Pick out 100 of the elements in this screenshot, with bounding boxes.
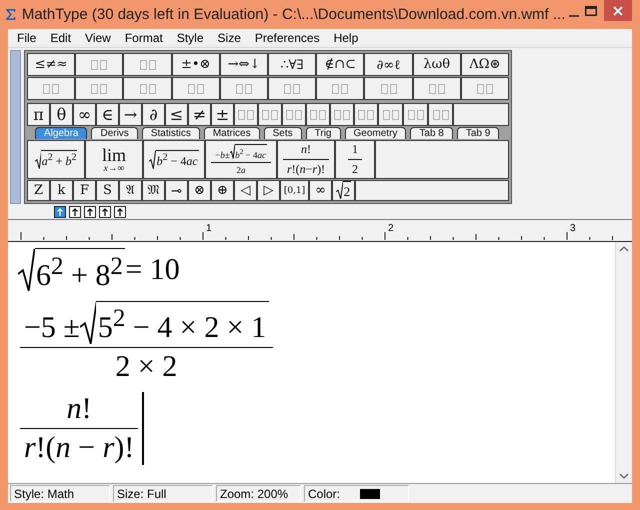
palette-tab[interactable]: Derivs [91,127,138,139]
palette-button[interactable] [428,103,453,126]
color-swatch[interactable] [360,488,380,498]
template-icon [285,108,303,122]
palette-button[interactable]: lim x→∞ [85,140,143,179]
up-arrow-icon [71,208,79,216]
palette-tab[interactable]: Matrices [204,127,260,139]
menu-item[interactable]: Format [118,31,170,45]
palette-button[interactable] [75,53,124,76]
palette-button[interactable]: ≤≠≈ [27,53,76,76]
nudge-button[interactable] [54,206,66,218]
palette-button[interactable] [220,77,268,100]
palette-button[interactable]: b$^{2}$ − 4ac [143,140,205,179]
palette-button[interactable] [306,103,330,126]
palette-tab[interactable]: Tab 9 [456,127,500,139]
palette-button[interactable]: ∈ [96,103,119,126]
template-icon [333,108,351,122]
editor-area[interactable]: 6$^{2}$ + 8$^{2}$= 10 −5 ± 5$^{2}$ − 4 × 2 × 1 2 × 2 n! r!(n − r)! [8,242,615,483]
menu-item[interactable]: Edit [43,31,78,45]
palette-tab[interactable]: Trig [306,127,340,139]
palette-button[interactable]: ▷ [257,180,280,201]
math-text: 5$^{2}$ − 4 × 2 × 1 [98,311,266,344]
palette-button[interactable]: ⊗ [188,180,211,201]
palette-button[interactable]: 𝔄 [119,180,142,201]
palette-button[interactable]: k [50,180,73,201]
palette-button[interactable]: 𝔐 [142,180,165,201]
up-arrow-icon [86,208,94,216]
template-icon [90,58,108,72]
palette-button[interactable]: ≠ [188,103,211,126]
palette-button[interactable]: ∞ [73,103,96,126]
template-icon [380,82,398,96]
palette-button[interactable] [316,77,364,100]
palette-button[interactable] [403,103,428,126]
palette-button[interactable] [354,103,378,126]
palette-tab[interactable]: Tab 8 [410,127,453,139]
palette-button[interactable]: S [96,180,119,201]
palette-button[interactable]: F [73,180,96,201]
palette-tab[interactable]: Statistics [142,127,200,139]
status-field: Zoom: 200% [216,485,301,502]
palette-button[interactable]: ∂∞ℓ [364,53,413,76]
palette-button[interactable] [123,77,172,100]
palette-button[interactable]: ⊕ [211,180,234,201]
palette-button[interactable]: ± [211,103,234,126]
palette-button[interactable]: →⇔↓ [220,53,268,76]
nudge-button[interactable] [114,206,126,218]
nudge-button[interactable] [69,206,81,218]
math-text: r!(n − r)! [24,431,134,466]
palette-button[interactable] [378,103,403,126]
menu-item[interactable]: File [10,31,44,45]
palette-button[interactable]: θ [50,103,73,126]
palette-button[interactable] [282,103,306,126]
template-icon [406,108,424,122]
palette-button[interactable]: −b± b$^{2}$ − 4ac 2a [205,140,277,179]
palette-button[interactable] [460,77,510,100]
palette-button[interactable] [364,77,413,100]
math-text: −5 ± [24,311,80,346]
template-icon [234,82,253,96]
palette-tab[interactable]: Geometry [344,127,406,139]
palette-button[interactable] [330,103,354,126]
close-button[interactable] [604,0,632,21]
template-icon [138,58,156,72]
palette-button[interactable]: 2 [332,180,355,201]
palette-button[interactable] [75,77,124,100]
palette-button[interactable] [412,77,461,100]
palette-button[interactable]: n! r!(n−r)! [277,140,335,179]
palette-button[interactable]: ±•⊗ [172,53,220,76]
menu-item[interactable]: Size [210,31,248,45]
palette-button[interactable]: ⊸ [165,180,188,201]
palette-button[interactable]: ∞ [309,180,332,201]
ruler-label: 2 [388,223,394,234]
status-field: Style: Math [10,485,110,502]
palette-button[interactable]: ∉∩⊂ [316,53,364,76]
palette-tab[interactable]: Sets [264,127,302,139]
palette-button[interactable]: ∂ [142,103,165,126]
menu-item[interactable]: Style [170,31,211,45]
palette-button[interactable] [27,77,76,100]
palette-button[interactable]: ◁ [234,180,257,201]
palette-button[interactable]: Z [27,180,50,201]
toolbar-handle[interactable] [10,50,21,204]
menu-item[interactable]: Help [326,31,366,45]
palette-button[interactable] [258,103,282,126]
palette-button[interactable]: λωθ [412,53,461,76]
palette-button[interactable] [123,53,172,76]
palette-button[interactable] [234,103,258,126]
menu-item[interactable]: Preferences [248,31,327,45]
palette-button[interactable] [268,77,316,100]
minimize-icon [568,14,579,16]
palette-button[interactable]: 1 2 [335,140,375,179]
palette-button[interactable]: ≤ [165,103,188,126]
template-icon [261,108,279,122]
nudge-button[interactable] [99,206,111,218]
palette-button[interactable]: π [27,103,50,126]
palette-button[interactable]: a$^{2}$ + b$^{2}$ [27,140,85,179]
palette-button[interactable]: ∴∀∃ [268,53,316,76]
menu-item[interactable]: View [78,31,118,45]
palette-button[interactable]: [0,1] [280,180,309,201]
nudge-button[interactable] [84,206,96,218]
palette-button[interactable]: ΛΩ⊛ [460,53,510,76]
palette-button[interactable]: → [119,103,142,126]
palette-button[interactable] [172,77,220,100]
